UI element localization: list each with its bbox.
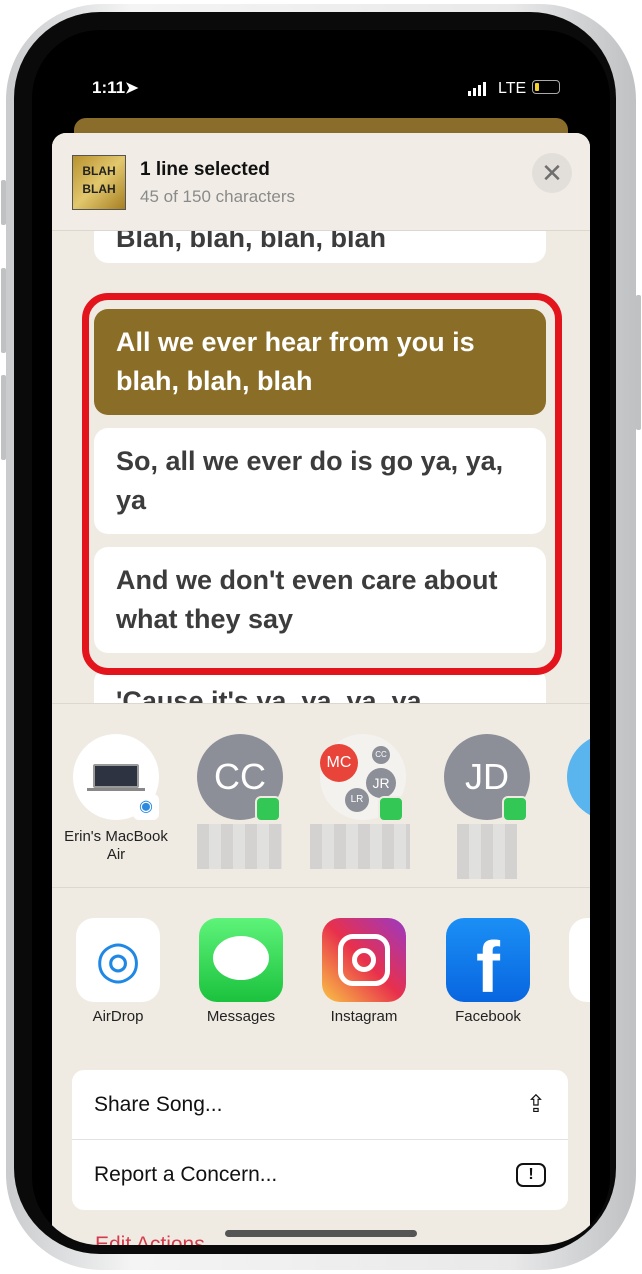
status-time: 1:11 — [92, 78, 126, 97]
messages-badge-icon — [378, 796, 404, 822]
redacted-name — [457, 824, 517, 879]
action-menu: Share Song... ⇪ Report a Concern...! — [72, 1070, 568, 1210]
network-label: LTE — [498, 80, 527, 97]
menu-label: Share Song... — [94, 1092, 223, 1116]
airdrop-device-macbook[interactable]: ◉ — [73, 734, 159, 820]
messages-icon[interactable] — [199, 918, 283, 1002]
group-member-cc: CC — [372, 746, 390, 764]
laptop-icon — [93, 764, 139, 788]
highlight-annotation — [82, 293, 562, 675]
instagram-icon[interactable] — [322, 918, 406, 1002]
airdrop-badge-icon: ◉ — [133, 794, 159, 820]
app-label: Facebook — [455, 1008, 521, 1025]
report-concern-button[interactable]: Report a Concern...! — [72, 1140, 568, 1210]
album-art: BLAH BLAH — [72, 155, 126, 210]
contact-avatar-partial[interactable] — [567, 734, 590, 820]
report-icon: ! — [516, 1163, 546, 1187]
character-count: 45 of 150 characters — [140, 187, 295, 206]
edit-actions-link[interactable]: Edit Actions — [95, 1233, 205, 1245]
airdrop-icon[interactable]: ◎ — [76, 918, 160, 1002]
signal-icon — [468, 82, 486, 96]
person-label: Erin's MacBook Air — [64, 828, 168, 863]
power-button — [636, 295, 641, 430]
share-sheet: BLAH BLAH 1 line selected 45 of 150 chara… — [52, 133, 590, 1245]
group-member-lr: LR — [345, 788, 369, 812]
selection-title: 1 line selected — [140, 159, 270, 180]
people-row: ◉ Erin's MacBook Air CC MC CC JR LR JD — [52, 703, 590, 888]
home-indicator[interactable] — [225, 1230, 417, 1237]
close-button[interactable]: ✕ — [532, 153, 572, 193]
battery-icon — [532, 80, 560, 94]
volume-up-button — [1, 268, 6, 353]
facebook-icon[interactable]: f — [446, 918, 530, 1002]
messages-badge-icon — [502, 796, 528, 822]
sheet-header: BLAH BLAH 1 line selected 45 of 150 chara… — [52, 133, 590, 231]
group-member-jr: JR — [366, 768, 396, 798]
app-label: AirDrop — [92, 1008, 144, 1025]
menu-label: Report a Concern... — [94, 1163, 278, 1186]
mute-switch — [1, 180, 6, 225]
app-label: Instagram — [330, 1008, 398, 1025]
share-song-button[interactable]: Share Song... ⇪ — [72, 1070, 568, 1140]
redacted-name — [310, 824, 410, 869]
screen: 1:11 ➤ LTE BLAH BLAH 1 line selected 45 o… — [32, 30, 610, 1245]
app-label: Messages — [206, 1008, 276, 1025]
redacted-name — [197, 824, 282, 869]
app-icon-partial[interactable] — [569, 918, 590, 1002]
share-icon: ⇪ — [525, 1091, 546, 1118]
volume-down-button — [1, 375, 6, 460]
messages-badge-icon — [255, 796, 281, 822]
group-member-mc: MC — [320, 744, 358, 782]
location-icon: ➤ — [125, 80, 139, 97]
apps-row: ◎ AirDrop Messages Instagram f Facebook — [52, 888, 590, 1068]
